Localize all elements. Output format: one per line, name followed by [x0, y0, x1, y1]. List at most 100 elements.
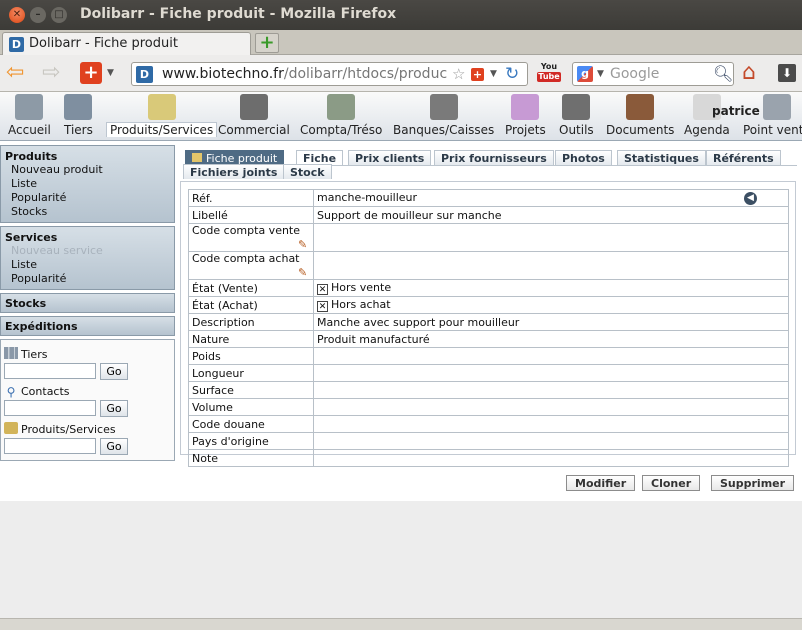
- search-produits-text: Produits/Services: [21, 423, 116, 436]
- tab-fiche[interactable]: Fiche: [296, 150, 344, 165]
- tab-prix-clients[interactable]: Prix clients: [348, 150, 432, 165]
- table-row: Code compta achat ✎: [188, 251, 789, 280]
- table-row: Réf. manche-mouilleur ◀: [188, 189, 789, 207]
- table-row: Nature Produit manufacturé: [188, 330, 789, 348]
- documents-icon: [626, 94, 655, 120]
- property-value: [313, 381, 789, 399]
- search-produits-go-button[interactable]: Go: [100, 438, 128, 455]
- search-tiers-go-button[interactable]: Go: [100, 363, 128, 380]
- menu-block-produits: Produits Nouveau produit Liste Popularit…: [0, 145, 175, 223]
- dolibarr-favicon-icon: D: [9, 37, 24, 52]
- search-contacts-input[interactable]: [4, 400, 96, 416]
- menu-title-stocks[interactable]: Stocks: [5, 297, 170, 310]
- delete-button[interactable]: Supprimer: [711, 475, 795, 491]
- url-bar[interactable]: D www.biotechno.fr/dolibarr/htdocs/produ…: [131, 62, 528, 86]
- youtube-icon[interactable]: You Tube: [537, 62, 561, 86]
- new-tab-button[interactable]: +: [255, 33, 279, 53]
- table-row: Code compta vente ✎: [188, 223, 789, 252]
- bank-icon: [429, 94, 458, 120]
- table-row: Code douane: [188, 415, 789, 433]
- menu-item-nouveau-produit[interactable]: Nouveau produit: [5, 163, 170, 177]
- search-produits-input[interactable]: [4, 438, 96, 454]
- menu-item-liste-services[interactable]: Liste: [5, 258, 170, 272]
- site-favicon-icon: D: [136, 66, 153, 83]
- forward-arrow-icon[interactable]: ⇨: [42, 61, 60, 85]
- addon-dropdown-icon[interactable]: ▼: [107, 68, 114, 78]
- edit-pencil-icon[interactable]: ✎: [298, 238, 310, 251]
- home-icon[interactable]: ⌂: [742, 62, 756, 84]
- tab-stock[interactable]: Stock: [283, 164, 332, 179]
- property-key: Volume: [188, 398, 314, 416]
- property-key-text: Code compta achat: [192, 252, 300, 265]
- menu-item-liste-produits[interactable]: Liste: [5, 177, 170, 191]
- tab-fichiers-joints[interactable]: Fichiers joints: [183, 164, 285, 179]
- property-key: Pays d'origine: [188, 432, 314, 450]
- topmenu-item-building[interactable]: Tiers: [64, 94, 93, 140]
- reload-icon[interactable]: ↻: [505, 64, 519, 84]
- window-maximize-button[interactable]: □: [51, 7, 67, 23]
- property-value: [313, 251, 789, 280]
- menu-title-produits[interactable]: Produits: [5, 150, 170, 163]
- search-tiers-input[interactable]: [4, 363, 96, 379]
- topmenu-label: Produits/Services: [106, 122, 218, 137]
- url-text[interactable]: www.biotechno.fr/dolibarr/htdocs/produc: [162, 66, 452, 82]
- product-properties-table: Réf. manche-mouilleur ◀ Libellé Support de m…: [188, 189, 789, 467]
- topmenu-label: Documents: [606, 123, 675, 137]
- download-icon[interactable]: ⬇: [778, 64, 796, 82]
- property-key: Réf.: [188, 189, 314, 207]
- window-title: Dolibarr - Fiche produit - Mozilla Firef…: [80, 6, 397, 22]
- menu-block-stocks: Stocks: [0, 293, 175, 313]
- search-bar[interactable]: g ▼ Google 🔍︎: [572, 62, 734, 86]
- tab-referents[interactable]: Référents: [706, 150, 781, 165]
- star-icon[interactable]: ☆: [452, 65, 465, 83]
- tab-prix-fournisseurs[interactable]: Prix fournisseurs: [434, 150, 554, 165]
- clone-button[interactable]: Cloner: [642, 475, 701, 491]
- window-close-button[interactable]: ✕: [9, 7, 25, 23]
- search-contacts-go-button[interactable]: Go: [100, 400, 128, 417]
- topmenu-item-home[interactable]: Accueil: [8, 94, 51, 140]
- menu-title-expeditions[interactable]: Expéditions: [5, 320, 170, 333]
- property-key-text: État (Vente): [192, 281, 258, 295]
- table-row: Note: [188, 449, 789, 467]
- search-tiers-label: Tiers: [4, 347, 171, 361]
- status-off-icon: ✕: [317, 301, 328, 312]
- menu-item-stocks[interactable]: Stocks: [5, 205, 170, 219]
- menu-title-services[interactable]: Services: [5, 231, 170, 244]
- table-row: Libellé Support de mouilleur sur manche: [188, 206, 789, 224]
- property-value: Support de mouilleur sur manche: [313, 206, 789, 224]
- browser-tab[interactable]: D Dolibarr - Fiche produit: [2, 32, 251, 56]
- search-engine-dropdown-icon[interactable]: ▼: [597, 69, 604, 79]
- tab-photos[interactable]: Photos: [555, 150, 612, 165]
- search-placeholder: Google: [610, 66, 660, 82]
- property-value-text: Manche avec support pour mouilleur: [317, 315, 520, 329]
- tab-statistiques[interactable]: Statistiques: [617, 150, 706, 165]
- url-history-dropdown-icon[interactable]: ▼: [490, 69, 497, 79]
- home-icon: [15, 94, 44, 120]
- property-value: [313, 398, 789, 416]
- window-minimize-button[interactable]: –: [30, 7, 46, 23]
- topmenu-item-documents[interactable]: Documents: [606, 94, 674, 140]
- back-arrow-icon[interactable]: ⇦: [6, 61, 24, 85]
- property-value-text: Produit manufacturé: [317, 332, 430, 346]
- addon-mini-plus-icon[interactable]: +: [471, 68, 484, 81]
- table-row: Description Manche avec support pour moui…: [188, 313, 789, 331]
- property-key: Nature: [188, 330, 314, 348]
- modify-button[interactable]: Modifier: [566, 475, 636, 491]
- topmenu-item-projects[interactable]: Projets: [505, 94, 546, 140]
- tab-fiche-produit-title: Fiche produit: [185, 150, 285, 165]
- menu-item-popularite-services[interactable]: Popularité: [5, 272, 170, 286]
- topmenu-label: Compta/Tréso: [300, 123, 383, 137]
- username[interactable]: patrice: [712, 104, 760, 118]
- addon-plus-icon[interactable]: +: [80, 62, 102, 84]
- topmenu-item-product[interactable]: Produits/Services: [106, 94, 218, 140]
- search-icon[interactable]: 🔍︎: [713, 64, 733, 83]
- back-to-list-icon[interactable]: ◀: [744, 192, 757, 205]
- menu-item-popularite-produits[interactable]: Popularité: [5, 191, 170, 205]
- topmenu-item-tools[interactable]: Outils: [559, 94, 594, 140]
- topmenu-item-money[interactable]: Compta/Tréso: [300, 94, 382, 140]
- edit-pencil-icon[interactable]: ✎: [298, 266, 310, 279]
- search-produits-label: Produits/Services: [4, 422, 171, 436]
- property-value-text: Support de mouilleur sur manche: [317, 208, 502, 222]
- topmenu-item-bank[interactable]: Banques/Caisses: [393, 94, 494, 140]
- topmenu-item-commercial[interactable]: Commercial: [218, 94, 290, 140]
